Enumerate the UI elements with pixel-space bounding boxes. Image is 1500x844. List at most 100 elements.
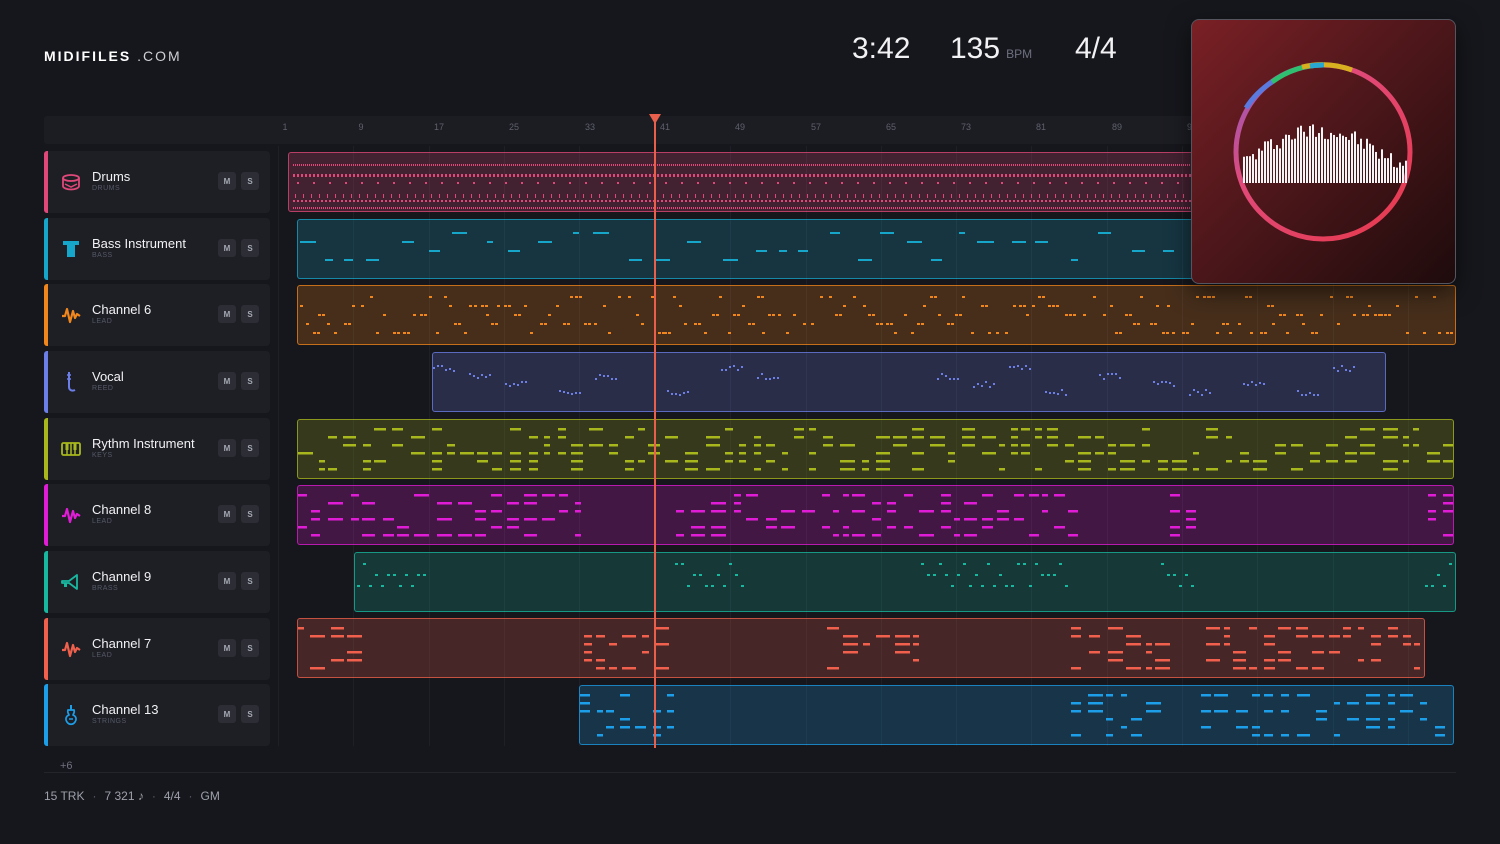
track-header-channel-7[interactable]: Channel 7 LEAD M S bbox=[44, 618, 270, 680]
track-header-bass-instrument[interactable]: Bass Instrument BASS M S bbox=[44, 218, 270, 280]
track-header-vocal[interactable]: Vocal REED M S bbox=[44, 351, 270, 413]
ruler-tick: 65 bbox=[885, 122, 897, 132]
clip-channel-8[interactable] bbox=[297, 485, 1454, 545]
spectrum-bar bbox=[1327, 139, 1329, 183]
spectrum-bar bbox=[1342, 135, 1344, 183]
spectrum-bar bbox=[1285, 134, 1287, 183]
spectrum-bar bbox=[1393, 166, 1395, 183]
track-color-stripe bbox=[44, 684, 48, 746]
note-pattern bbox=[298, 494, 1453, 537]
solo-button[interactable]: S bbox=[241, 572, 259, 590]
note-pattern bbox=[300, 296, 1453, 334]
clip-rythm-instrument[interactable] bbox=[297, 419, 1454, 479]
tempo-value: 135 bbox=[950, 32, 1001, 65]
spectrum-bar bbox=[1264, 141, 1266, 183]
spectrum-bar bbox=[1246, 156, 1248, 183]
mute-button[interactable]: M bbox=[218, 439, 236, 457]
spectrum-bar bbox=[1402, 165, 1404, 183]
solo-button[interactable]: S bbox=[241, 372, 259, 390]
ruler-tick: 41 bbox=[659, 122, 671, 132]
mute-button[interactable]: M bbox=[218, 572, 236, 590]
note-pattern bbox=[357, 563, 1452, 587]
spectrum-bar bbox=[1384, 158, 1386, 183]
waveform-icon bbox=[61, 637, 81, 661]
spectrum-bar bbox=[1303, 131, 1305, 183]
ruler-tick: 73 bbox=[960, 122, 972, 132]
solo-button[interactable]: S bbox=[241, 172, 259, 190]
clip-channel-7[interactable] bbox=[297, 618, 1425, 678]
track-name: Channel 6 bbox=[92, 302, 152, 317]
bar-gridline bbox=[278, 146, 279, 746]
track-type: STRINGS bbox=[92, 718, 127, 725]
spectrum-bar bbox=[1294, 138, 1296, 183]
note-pattern bbox=[298, 428, 1453, 471]
track-header-channel-13[interactable]: Channel 13 STRINGS M S bbox=[44, 684, 270, 746]
spectrum-bar bbox=[1387, 158, 1389, 183]
track-type: REED bbox=[92, 385, 114, 392]
strings-icon bbox=[61, 703, 81, 727]
ruler-tick: 49 bbox=[734, 122, 746, 132]
track-color-stripe bbox=[44, 484, 48, 546]
reed-icon bbox=[61, 370, 81, 394]
solo-button[interactable]: S bbox=[241, 439, 259, 457]
clip-channel-13[interactable] bbox=[579, 685, 1454, 745]
clip-channel-9[interactable] bbox=[354, 552, 1456, 612]
spectrum-bar bbox=[1300, 125, 1302, 183]
spectrum-bar bbox=[1258, 148, 1260, 183]
mute-button[interactable]: M bbox=[218, 239, 236, 257]
playhead-marker-icon[interactable] bbox=[649, 114, 661, 124]
solo-button[interactable]: S bbox=[241, 239, 259, 257]
mute-button[interactable]: M bbox=[218, 172, 236, 190]
drum-icon bbox=[61, 170, 81, 194]
spectrum-bar bbox=[1369, 143, 1371, 183]
solo-button[interactable]: S bbox=[241, 705, 259, 723]
track-type: DRUMS bbox=[92, 185, 121, 192]
clip-vocal[interactable] bbox=[432, 352, 1386, 412]
track-color-stripe bbox=[44, 218, 48, 280]
ruler-tick: 9 bbox=[358, 122, 364, 132]
spectrum-bar bbox=[1273, 149, 1275, 183]
more-tracks-indicator[interactable]: +6 bbox=[60, 760, 73, 772]
album-cover bbox=[1191, 19, 1456, 284]
ruler-tick: 89 bbox=[1111, 122, 1123, 132]
track-header-channel-6[interactable]: Channel 6 LEAD M S bbox=[44, 284, 270, 346]
spectrum-bar bbox=[1351, 133, 1353, 183]
track-type: KEYS bbox=[92, 452, 113, 459]
separator: · bbox=[92, 789, 97, 803]
spectrum-bar bbox=[1312, 124, 1314, 183]
spectrum-bar bbox=[1321, 127, 1323, 183]
song-duration: 3:42 bbox=[852, 32, 911, 65]
solo-button[interactable]: S bbox=[241, 305, 259, 323]
mute-button[interactable]: M bbox=[218, 639, 236, 657]
waveform-icon bbox=[61, 503, 81, 527]
note-pattern bbox=[433, 365, 1355, 396]
spectrum-bar bbox=[1330, 132, 1332, 183]
solo-button[interactable]: S bbox=[241, 505, 259, 523]
track-type: LEAD bbox=[92, 652, 113, 659]
track-header-drums[interactable]: Drums DRUMS M S bbox=[44, 151, 270, 213]
mute-button[interactable]: M bbox=[218, 305, 236, 323]
logo: MIDIFILES .COM bbox=[44, 48, 182, 64]
spectrum-bar bbox=[1315, 136, 1317, 183]
clip-channel-6[interactable] bbox=[297, 285, 1456, 345]
track-header-channel-9[interactable]: Channel 9 BRASS M S bbox=[44, 551, 270, 613]
track-type: BRASS bbox=[92, 585, 119, 592]
ruler-tick: 81 bbox=[1035, 122, 1047, 132]
spectrum-bar bbox=[1372, 145, 1374, 183]
solo-button[interactable]: S bbox=[241, 639, 259, 657]
track-color-stripe bbox=[44, 618, 48, 680]
spectrum-bar bbox=[1381, 149, 1383, 183]
mute-button[interactable]: M bbox=[218, 505, 236, 523]
mute-button[interactable]: M bbox=[218, 705, 236, 723]
footer-signature: 4/4 bbox=[163, 789, 181, 803]
tempo-readout: 135 BPM bbox=[950, 32, 1032, 66]
midi-standard: GM bbox=[200, 789, 220, 803]
track-header-channel-8[interactable]: Channel 8 LEAD M S bbox=[44, 484, 270, 546]
spectrum-bar bbox=[1378, 158, 1380, 183]
spectrum-bar bbox=[1339, 133, 1341, 183]
track-header-rythm-instrument[interactable]: Rythm Instrument KEYS M S bbox=[44, 418, 270, 480]
note-count: 7 321 ♪ bbox=[104, 789, 144, 803]
playhead[interactable] bbox=[654, 118, 656, 748]
bass-icon bbox=[61, 237, 81, 261]
mute-button[interactable]: M bbox=[218, 372, 236, 390]
